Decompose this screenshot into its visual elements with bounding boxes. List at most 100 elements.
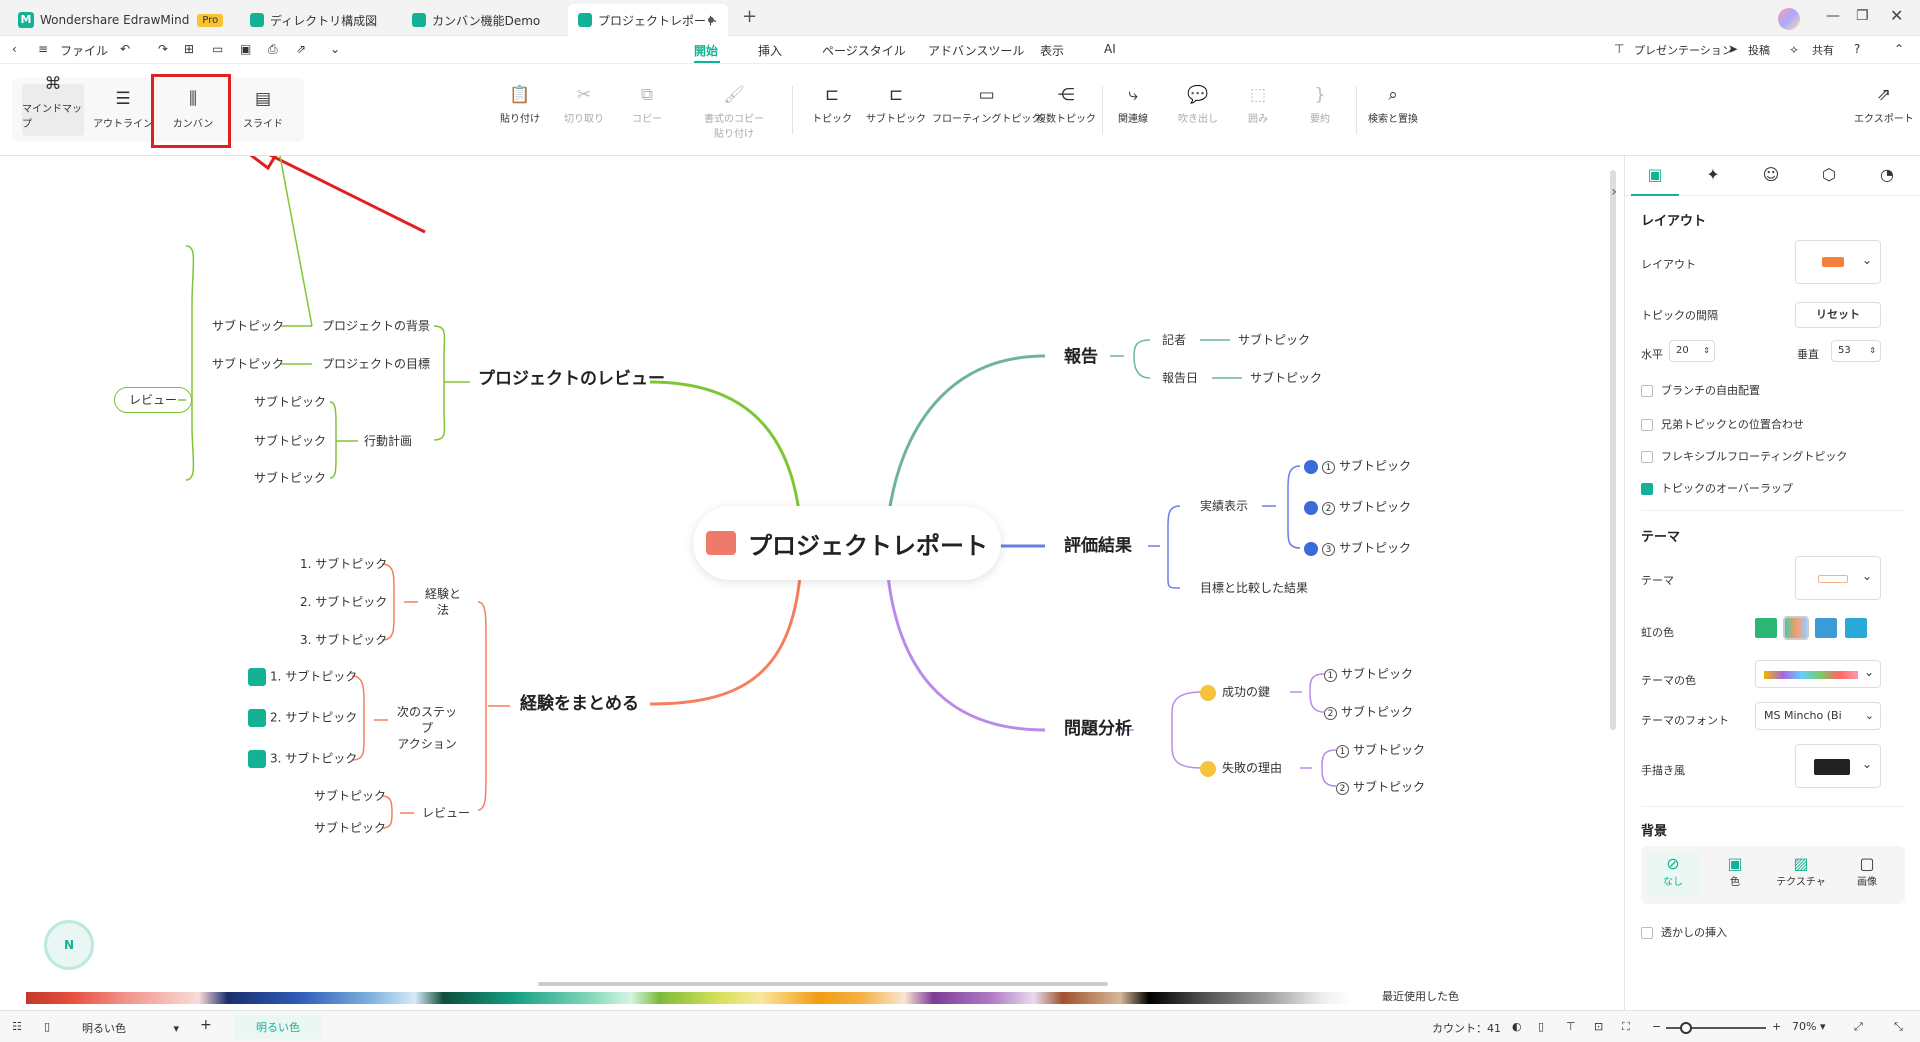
topic-failure-reason[interactable]: 失敗の理由 [1200,760,1282,777]
boundary-button[interactable]: ⬚ 囲み [1248,84,1268,125]
hamburger-icon[interactable]: ≡ [38,42,48,56]
checkbox[interactable] [1641,927,1653,939]
topic-action-plan[interactable]: 行動計画 [364,433,412,449]
publish-button[interactable]: 投稿 [1748,42,1770,58]
horizontal-scrollbar[interactable] [538,982,1108,986]
flagged-subtopic[interactable]: 1 サブトピック [1304,458,1411,474]
sheet-list-icon[interactable]: ☷ [12,1020,22,1033]
rainbow-option-2[interactable] [1783,616,1809,640]
help-icon[interactable]: ? [1854,42,1860,56]
vertical-spacing-input[interactable]: 53 ⇕ [1831,340,1881,362]
print-icon[interactable]: ⎙ [268,42,278,57]
presentation-small-icon[interactable]: ⊤ [1566,1020,1576,1033]
topic-evaluation[interactable]: 評価結果 [1064,538,1132,555]
topic-report-date[interactable]: 報告日 [1162,370,1198,386]
history-tab-icon[interactable]: ◔ [1863,156,1911,196]
share-button[interactable]: 共有 [1812,42,1834,58]
reset-button[interactable]: リセット [1795,302,1881,328]
central-topic[interactable]: プロジェクトレポート [693,506,1001,580]
doc-tab-1[interactable]: ディレクトリ構成図 [240,4,400,36]
menu-home[interactable]: 開始 [694,42,718,59]
topic-project-review[interactable]: プロジェクトのレビュー [478,371,665,388]
sheet-select[interactable]: 明るい色 ▾ [82,1020,179,1036]
subtopic-button[interactable]: ⊏ サブトピック [866,84,926,125]
numbered-subtopic[interactable]: 2 サブトピック [1324,704,1413,720]
rainbow-option-3[interactable] [1815,618,1837,638]
ai-sparkle-tab-icon[interactable]: ✦ [1689,156,1737,196]
topic-report[interactable]: 報告 [1064,349,1098,366]
close-icon[interactable]: ✕ [1890,6,1903,25]
new-icon[interactable]: ⊞ [184,42,194,56]
numbered-subtopic[interactable]: 2 サブトピック [1336,779,1425,795]
hand-drawn-dropdown[interactable]: ⌄ [1795,744,1881,788]
topic-writer[interactable]: 記者 [1162,332,1186,348]
topic-review[interactable]: レビュー [422,805,470,821]
presentation-button[interactable]: プレゼンテーション [1634,42,1733,58]
expand-icon[interactable]: ⤢ [1854,1020,1863,1034]
layout-tab-icon[interactable]: ▣ [1631,156,1679,196]
subtopic[interactable]: サブトピック [212,318,284,334]
check-icon[interactable] [248,709,266,727]
customize-icon[interactable]: ⌄ [330,42,340,56]
menu-advanced[interactable]: アドバンスツール [928,42,1024,59]
bg-none-button[interactable]: ⊘ なし [1647,852,1699,898]
topic-actual[interactable]: 実績表示 [1200,498,1248,514]
doc-tab-2[interactable]: カンバン機能Demo [402,4,562,36]
subtopic[interactable]: サブトピック [314,820,386,836]
relation-button[interactable]: ⤷ 関連線 [1118,84,1148,125]
mindmap-canvas[interactable]: プロジェクトレポート プロジェクトのレビュー プロジェクトの背景 プロジェクトの… [0,156,1617,992]
export-button[interactable]: ⇗ エクスポート [1854,84,1914,125]
view-outline-button[interactable]: ☰ アウトライン [92,84,154,136]
checkbox[interactable] [1641,451,1653,463]
bg-image-button[interactable]: ▢ 画像 [1841,852,1893,898]
redo-icon[interactable]: ↷ [158,42,168,56]
zoom-out-icon[interactable]: − [1652,1020,1661,1033]
undo-icon[interactable]: ↶ [120,42,130,56]
fit-icon[interactable]: ⊡ [1594,1020,1603,1033]
checked-subtopic[interactable]: 1. サブトピック [248,668,357,686]
check-icon[interactable] [248,750,266,768]
flagged-subtopic[interactable]: 2 サブトピック [1304,499,1411,515]
format-copy-button[interactable]: 🖌 書式のコピー 貼り付け [704,84,764,140]
bg-texture-button[interactable]: ▨ テクスチャ [1771,852,1831,898]
sheet-tab[interactable]: 明るい色 [234,1015,322,1039]
floating-topic-review[interactable]: レビュー [114,387,193,413]
subtopic[interactable]: 2. サブトピック [300,594,387,610]
menu-insert[interactable]: 挿入 [758,42,782,59]
topic-experience-method[interactable]: 経験と 法 [420,586,466,618]
topic-problem-analysis[interactable]: 問題分析 [1064,721,1132,738]
restore-icon[interactable]: ❐ [1856,8,1869,24]
theme-dropdown[interactable]: ⌄ [1795,556,1881,600]
checkbox-topic-overlap[interactable]: トピックのオーバーラップ [1641,480,1793,496]
checkbox[interactable] [1641,385,1653,397]
topic-summarize-experience[interactable]: 経験をまとめる [520,696,639,713]
app-tab[interactable]: M Wondershare EdrawMind Pro [8,4,238,36]
style-tab-icon[interactable]: ⬡ [1805,156,1853,196]
menu-page-style[interactable]: ページスタイル [822,42,906,59]
unsaved-dot-icon[interactable] [708,17,714,23]
menu-ai[interactable]: AI [1104,42,1116,56]
minimize-icon[interactable]: — [1826,8,1840,24]
emoji-tab-icon[interactable]: ☺ [1747,156,1795,196]
zoom-level[interactable]: 70% ▾ [1792,1020,1825,1033]
topic-compare[interactable]: 目標と比較した結果 [1200,580,1308,596]
topic-next-step-action[interactable]: 次のステップ アクション [392,704,462,752]
open-folder-icon[interactable]: ▭ [212,42,223,56]
topic-button[interactable]: ⊏ トピック [812,84,852,125]
check-icon[interactable] [248,668,266,686]
flagged-subtopic[interactable]: 3 サブトピック [1304,540,1411,556]
new-tab-icon[interactable]: + [742,6,757,27]
summary-button[interactable]: } 要約 [1310,84,1330,125]
theme-font-dropdown[interactable]: MS Mincho (Bi ⌄ [1755,702,1881,730]
subtopic[interactable]: サブトピック [314,788,386,804]
topic-project-goal[interactable]: プロジェクトの目標 [322,356,430,372]
ai-assistant-icon[interactable]: N [44,920,94,970]
vertical-scrollbar[interactable] [1610,156,1618,992]
subtopic[interactable]: サブトピック [1238,332,1310,348]
zoom-slider[interactable] [1666,1022,1766,1034]
share-icon[interactable]: ⟡ [1790,42,1798,57]
rainbow-option-4[interactable] [1845,618,1867,638]
subtopic[interactable]: サブトピック [1250,370,1322,386]
subtopic[interactable]: サブトピック [254,433,326,449]
layout-dropdown[interactable]: ⌄ [1795,240,1881,284]
